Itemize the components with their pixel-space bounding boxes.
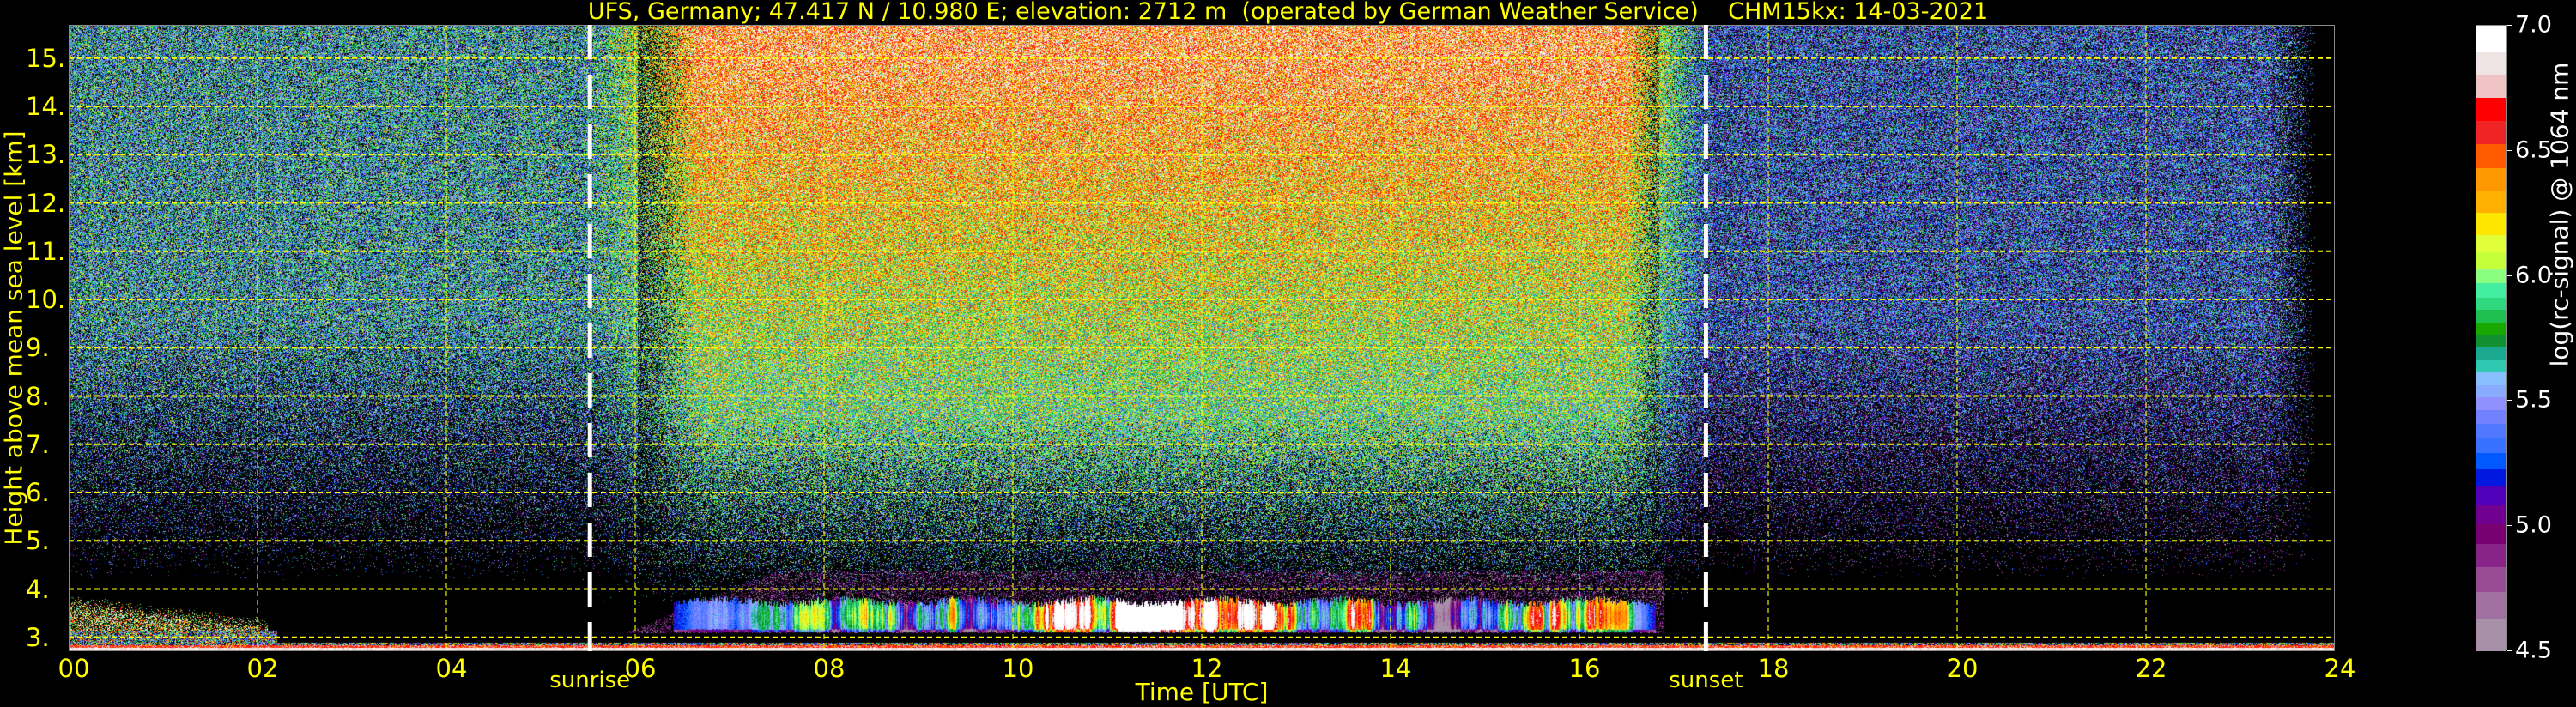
colorbar-tick-label: 4.5: [2515, 637, 2552, 664]
colorbar-band: [2476, 468, 2506, 487]
colorbar-band: [2476, 51, 2506, 76]
colorbar-band: [2476, 346, 2506, 360]
colorbar-band: [2476, 190, 2506, 214]
colorbar-band: [2476, 396, 2506, 410]
colorbar-band: [2476, 97, 2506, 122]
colorbar-band: [2476, 619, 2506, 652]
colorbar-band: [2476, 486, 2506, 505]
colorbar-band: [2476, 543, 2506, 568]
colorbar-band: [2476, 309, 2506, 323]
colorbar-tick-mark: [2507, 149, 2512, 151]
y-tick-label: 12.: [26, 188, 66, 218]
colorbar-tick-label: 7.0: [2515, 11, 2552, 39]
x-tick-label: 20: [1946, 654, 1979, 683]
colorbar-tick-mark: [2507, 650, 2512, 651]
y-tick-label: 5.: [26, 526, 50, 556]
colorbar-band: [2476, 297, 2506, 311]
sunset-label: sunset: [1669, 668, 1743, 693]
y-tick-label: 10.: [26, 285, 66, 315]
colorbar-band: [2476, 322, 2506, 335]
colorbar-band: [2476, 384, 2506, 398]
x-tick-label: 22: [2135, 654, 2167, 683]
colorbar-band: [2476, 359, 2506, 372]
colorbar-tick-mark: [2507, 400, 2512, 402]
colorbar-tick-mark: [2507, 275, 2512, 276]
x-tick-label: 18: [1757, 654, 1790, 683]
y-tick-label: 6.: [26, 478, 50, 508]
colorbar-band: [2476, 167, 2506, 192]
colorbar-band: [2476, 26, 2506, 52]
colorbar-band: [2476, 234, 2506, 253]
x-tick-label: 12: [1191, 654, 1223, 683]
x-tick-label: 08: [813, 654, 846, 683]
x-tick-label: 02: [246, 654, 279, 683]
colorbar-band: [2476, 251, 2506, 269]
plot-area: [69, 25, 2335, 651]
y-tick-label: 13.: [26, 140, 66, 170]
colorbar-band: [2476, 74, 2506, 99]
colorbar-band: [2476, 371, 2506, 385]
sunrise-label: sunrise: [549, 668, 631, 693]
colorbar-band: [2476, 409, 2506, 425]
colorbar-band: [2476, 212, 2506, 235]
colorbar-band: [2476, 437, 2506, 454]
colorbar-band: [2476, 423, 2506, 438]
colorbar-label: log(rc-signal) @ 1064 nm: [2545, 62, 2574, 367]
y-tick-label: 4.: [26, 574, 50, 604]
chart-title: UFS, Germany; 47.417 N / 10.980 E; eleva…: [587, 0, 1989, 25]
x-tick-label: 24: [2324, 654, 2356, 683]
colorbar-tick-label: 5.5: [2515, 386, 2552, 414]
x-tick-label: 04: [435, 654, 468, 683]
y-tick-label: 9.: [26, 333, 50, 363]
y-tick-label: 3.: [26, 622, 50, 652]
colorbar: [2476, 25, 2507, 652]
y-tick-label: 7.: [26, 429, 50, 459]
x-tick-label: 16: [1568, 654, 1601, 683]
y-tick-label: 14.: [26, 92, 66, 122]
y-tick-label: 15.: [26, 43, 66, 73]
colorbar-band: [2476, 504, 2506, 524]
y-tick-label: 8.: [26, 381, 50, 411]
colorbar-tick-mark: [2507, 25, 2512, 26]
colorbar-band: [2476, 143, 2506, 169]
colorbar-band: [2476, 282, 2506, 298]
colorbar-band: [2476, 566, 2506, 592]
colorbar-band: [2476, 452, 2506, 470]
x-tick-label: 00: [58, 654, 90, 683]
x-tick-label: 14: [1379, 654, 1412, 683]
colorbar-band: [2476, 269, 2506, 284]
colorbar-tick-mark: [2507, 525, 2512, 527]
colorbar-band: [2476, 120, 2506, 144]
colorbar-tick-label: 5.0: [2515, 511, 2552, 539]
x-tick-label: 10: [1002, 654, 1034, 683]
grid-overlay: [69, 25, 2335, 651]
colorbar-band: [2476, 334, 2506, 347]
y-axis-label: Height above mean sea level [km]: [0, 130, 28, 546]
y-tick-label: 11.: [26, 236, 66, 266]
colorbar-band: [2476, 591, 2506, 620]
colorbar-band: [2476, 523, 2506, 545]
